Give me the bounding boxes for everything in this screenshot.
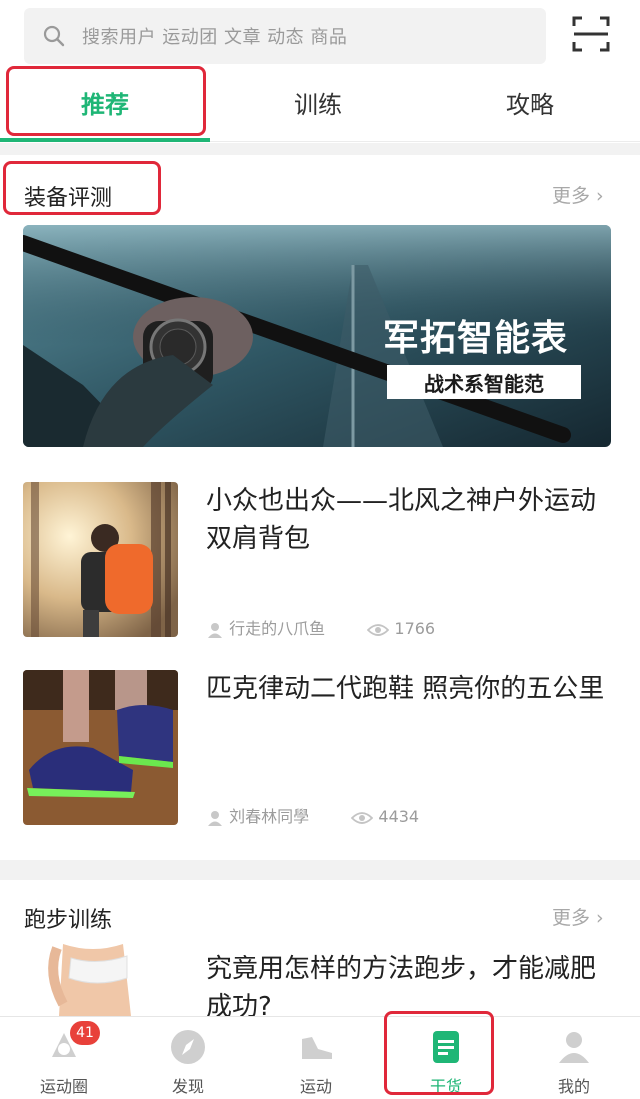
nav-label: 我的 <box>557 1077 590 1096</box>
section-divider <box>0 143 640 155</box>
section-divider <box>0 860 640 880</box>
article-title[interactable]: 小众也出众——北风之神户外运动双肩背包 <box>206 482 611 558</box>
fitness-woman-image <box>23 944 178 1016</box>
article-meta: 行走的八爪鱼 1766 <box>206 615 435 639</box>
article-title[interactable]: 究竟用怎样的方法跑步，才能减肥成功? <box>206 950 611 1026</box>
tab-guide[interactable]: 攻略 <box>430 70 630 142</box>
search-icon <box>43 25 65 47</box>
article-author: 刘春林同學 <box>229 807 310 826</box>
section-title-running: 跑步训练 <box>24 908 113 933</box>
user-icon <box>559 1032 589 1063</box>
nav-item-discover[interactable]: 发现 <box>124 1017 252 1099</box>
nav-item-sport[interactable]: 运动 <box>252 1017 380 1099</box>
top-bar: 搜索用户 运动团 文章 动态 商品 <box>0 0 640 70</box>
more-link-running[interactable]: 更多 › <box>552 903 604 930</box>
article-title[interactable]: 匹克律动二代跑鞋 照亮你的五公里 <box>206 670 611 708</box>
article-meta: 刘春林同學 4434 <box>206 803 419 827</box>
scan-icon[interactable] <box>572 16 610 52</box>
search-placeholder: 搜索用户 运动团 文章 动态 商品 <box>82 27 348 48</box>
document-icon <box>433 1031 459 1063</box>
nav-label: 运动 <box>299 1077 332 1096</box>
eye-icon <box>367 623 390 636</box>
nav-label: 运动圈 <box>39 1077 88 1096</box>
article-author: 行走的八爪鱼 <box>229 619 326 638</box>
notification-badge: 41 <box>70 1021 100 1045</box>
sneaker-icon <box>302 1037 332 1059</box>
nav-item-articles[interactable]: 干货 <box>382 1017 510 1099</box>
tab-training[interactable]: 训练 <box>218 70 418 142</box>
article-thumbnail[interactable] <box>23 670 178 825</box>
user-icon <box>208 810 222 826</box>
nav-label: 干货 <box>429 1077 462 1096</box>
nav-item-me[interactable]: 我的 <box>510 1017 638 1099</box>
tab-recommend[interactable]: 推荐 <box>0 70 210 142</box>
article-views: 4434 <box>378 807 420 826</box>
more-link-equipment[interactable]: 更多 › <box>552 181 604 208</box>
article-views: 1766 <box>394 619 436 638</box>
user-icon <box>208 622 222 638</box>
article-thumbnail[interactable] <box>23 482 178 637</box>
nav-label: 发现 <box>171 1077 204 1096</box>
running-shoes-image <box>23 670 178 825</box>
banner-title: 军拓智能表 <box>383 318 569 359</box>
search-input[interactable]: 搜索用户 运动团 文章 动态 商品 <box>24 8 546 64</box>
nav-item-community[interactable]: 41 运动圈 <box>0 1017 128 1099</box>
bottom-navigation: 41 运动圈 发现 运动 干货 我的 <box>0 1016 640 1099</box>
banner-card[interactable]: 军拓智能表 战术系智能范 <box>23 225 611 447</box>
compass-icon <box>171 1030 205 1064</box>
article-thumbnail[interactable] <box>23 944 178 1016</box>
active-tab-indicator <box>0 138 210 142</box>
category-tabs: 推荐 训练 攻略 <box>0 70 640 142</box>
banner-subtitle: 战术系智能范 <box>424 372 544 396</box>
section-title-equipment: 装备评测 <box>24 186 113 211</box>
eye-icon <box>351 811 374 824</box>
backpack-hiker-image <box>23 482 178 637</box>
